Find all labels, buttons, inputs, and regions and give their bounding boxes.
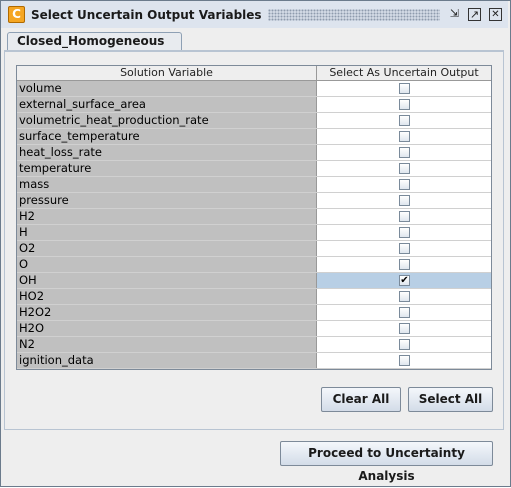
table-row[interactable]: surface_temperature	[17, 129, 491, 145]
variable-name-cell: temperature	[17, 161, 317, 176]
table-row[interactable]: volume	[17, 81, 491, 97]
variable-name-cell: H2O2	[17, 305, 317, 320]
table-row[interactable]: OH ✔	[17, 273, 491, 289]
table-row[interactable]: mass	[17, 177, 491, 193]
variable-name-cell: volumetric_heat_production_rate	[17, 113, 317, 128]
variable-name-cell: surface_temperature	[17, 129, 317, 144]
variable-name-cell: pressure	[17, 193, 317, 208]
variables-table: Solution Variable Select As Uncertain Ou…	[16, 65, 492, 370]
maximize-icon[interactable]: ↗	[468, 8, 481, 21]
select-cell	[317, 177, 491, 192]
uncertain-output-checkbox[interactable]	[399, 83, 410, 94]
uncertain-output-checkbox[interactable]	[399, 323, 410, 334]
variable-name-cell: HO2	[17, 289, 317, 304]
select-cell	[317, 193, 491, 208]
uncertain-output-checkbox[interactable]	[399, 291, 410, 302]
select-cell	[317, 321, 491, 336]
uncertain-output-checkbox[interactable]	[399, 211, 410, 222]
uncertain-output-checkbox[interactable]	[399, 131, 410, 142]
uncertain-output-checkbox[interactable]	[399, 339, 410, 350]
table-row[interactable]: N2	[17, 337, 491, 353]
column-header-solution-variable[interactable]: Solution Variable	[17, 66, 317, 80]
uncertain-output-checkbox[interactable]	[399, 163, 410, 174]
select-cell: ✔	[317, 273, 491, 288]
table-row[interactable]: H	[17, 225, 491, 241]
variable-name-cell: H	[17, 225, 317, 240]
select-cell	[317, 161, 491, 176]
clear-all-button[interactable]: Clear All	[321, 387, 401, 412]
app-logo-icon: C	[8, 6, 25, 23]
select-cell	[317, 145, 491, 160]
table-row[interactable]: O	[17, 257, 491, 273]
uncertain-output-checkbox[interactable]	[399, 99, 410, 110]
table-row[interactable]: O2	[17, 241, 491, 257]
variable-name-cell: H2O	[17, 321, 317, 336]
tab-closed-homogeneous[interactable]: Closed_Homogeneous (C1)	[7, 32, 182, 65]
table-row[interactable]: H2O2	[17, 305, 491, 321]
table-row[interactable]: temperature	[17, 161, 491, 177]
select-cell	[317, 113, 491, 128]
select-cell	[317, 225, 491, 240]
select-all-button[interactable]: Select All	[408, 387, 493, 412]
uncertain-output-checkbox[interactable]	[399, 355, 410, 366]
uncertain-output-checkbox[interactable]	[399, 227, 410, 238]
table-row[interactable]: H2O	[17, 321, 491, 337]
variable-name-cell: mass	[17, 177, 317, 192]
uncertain-output-checkbox[interactable]	[399, 243, 410, 254]
variable-name-cell: O	[17, 257, 317, 272]
uncertain-output-checkbox[interactable]	[399, 179, 410, 190]
title-bar[interactable]: C Select Uncertain Output Variables ⇲ ↗ …	[1, 1, 508, 28]
minimize-icon[interactable]: ⇲	[448, 8, 461, 21]
uncertain-output-checkbox[interactable]: ✔	[399, 275, 410, 286]
table-header: Solution Variable Select As Uncertain Ou…	[17, 66, 491, 81]
variable-name-cell: heat_loss_rate	[17, 145, 317, 160]
variable-name-cell: ignition_data	[17, 353, 317, 368]
uncertain-output-checkbox[interactable]	[399, 307, 410, 318]
table-row[interactable]: heat_loss_rate	[17, 145, 491, 161]
select-cell	[317, 241, 491, 256]
close-icon[interactable]: ✕	[489, 8, 502, 21]
select-cell	[317, 97, 491, 112]
select-cell	[317, 289, 491, 304]
select-cell	[317, 305, 491, 320]
table-body: volume external_surface_area volumetric_he…	[17, 81, 491, 369]
window-title: Select Uncertain Output Variables	[31, 8, 268, 22]
uncertain-output-checkbox[interactable]	[399, 259, 410, 270]
table-row[interactable]: volumetric_heat_production_rate	[17, 113, 491, 129]
select-cell	[317, 257, 491, 272]
uncertain-output-checkbox[interactable]	[399, 195, 410, 206]
select-cell	[317, 353, 491, 368]
select-cell	[317, 81, 491, 96]
variable-name-cell: H2	[17, 209, 317, 224]
column-header-select-uncertain[interactable]: Select As Uncertain Output	[317, 66, 491, 80]
uncertain-output-checkbox[interactable]	[399, 115, 410, 126]
table-row[interactable]: ignition_data	[17, 353, 491, 369]
uncertain-output-checkbox[interactable]	[399, 147, 410, 158]
table-row[interactable]: external_surface_area	[17, 97, 491, 113]
variable-name-cell: O2	[17, 241, 317, 256]
table-row[interactable]: HO2	[17, 289, 491, 305]
proceed-button[interactable]: Proceed to Uncertainty Analysis	[280, 441, 493, 483]
variable-name-cell: volume	[17, 81, 317, 96]
variable-name-cell: OH	[17, 273, 317, 288]
variable-name-cell: N2	[17, 337, 317, 352]
table-row[interactable]: H2	[17, 209, 491, 225]
select-cell	[317, 129, 491, 144]
table-row[interactable]: pressure	[17, 193, 491, 209]
select-cell	[317, 337, 491, 352]
select-cell	[317, 209, 491, 224]
variable-name-cell: external_surface_area	[17, 97, 317, 112]
